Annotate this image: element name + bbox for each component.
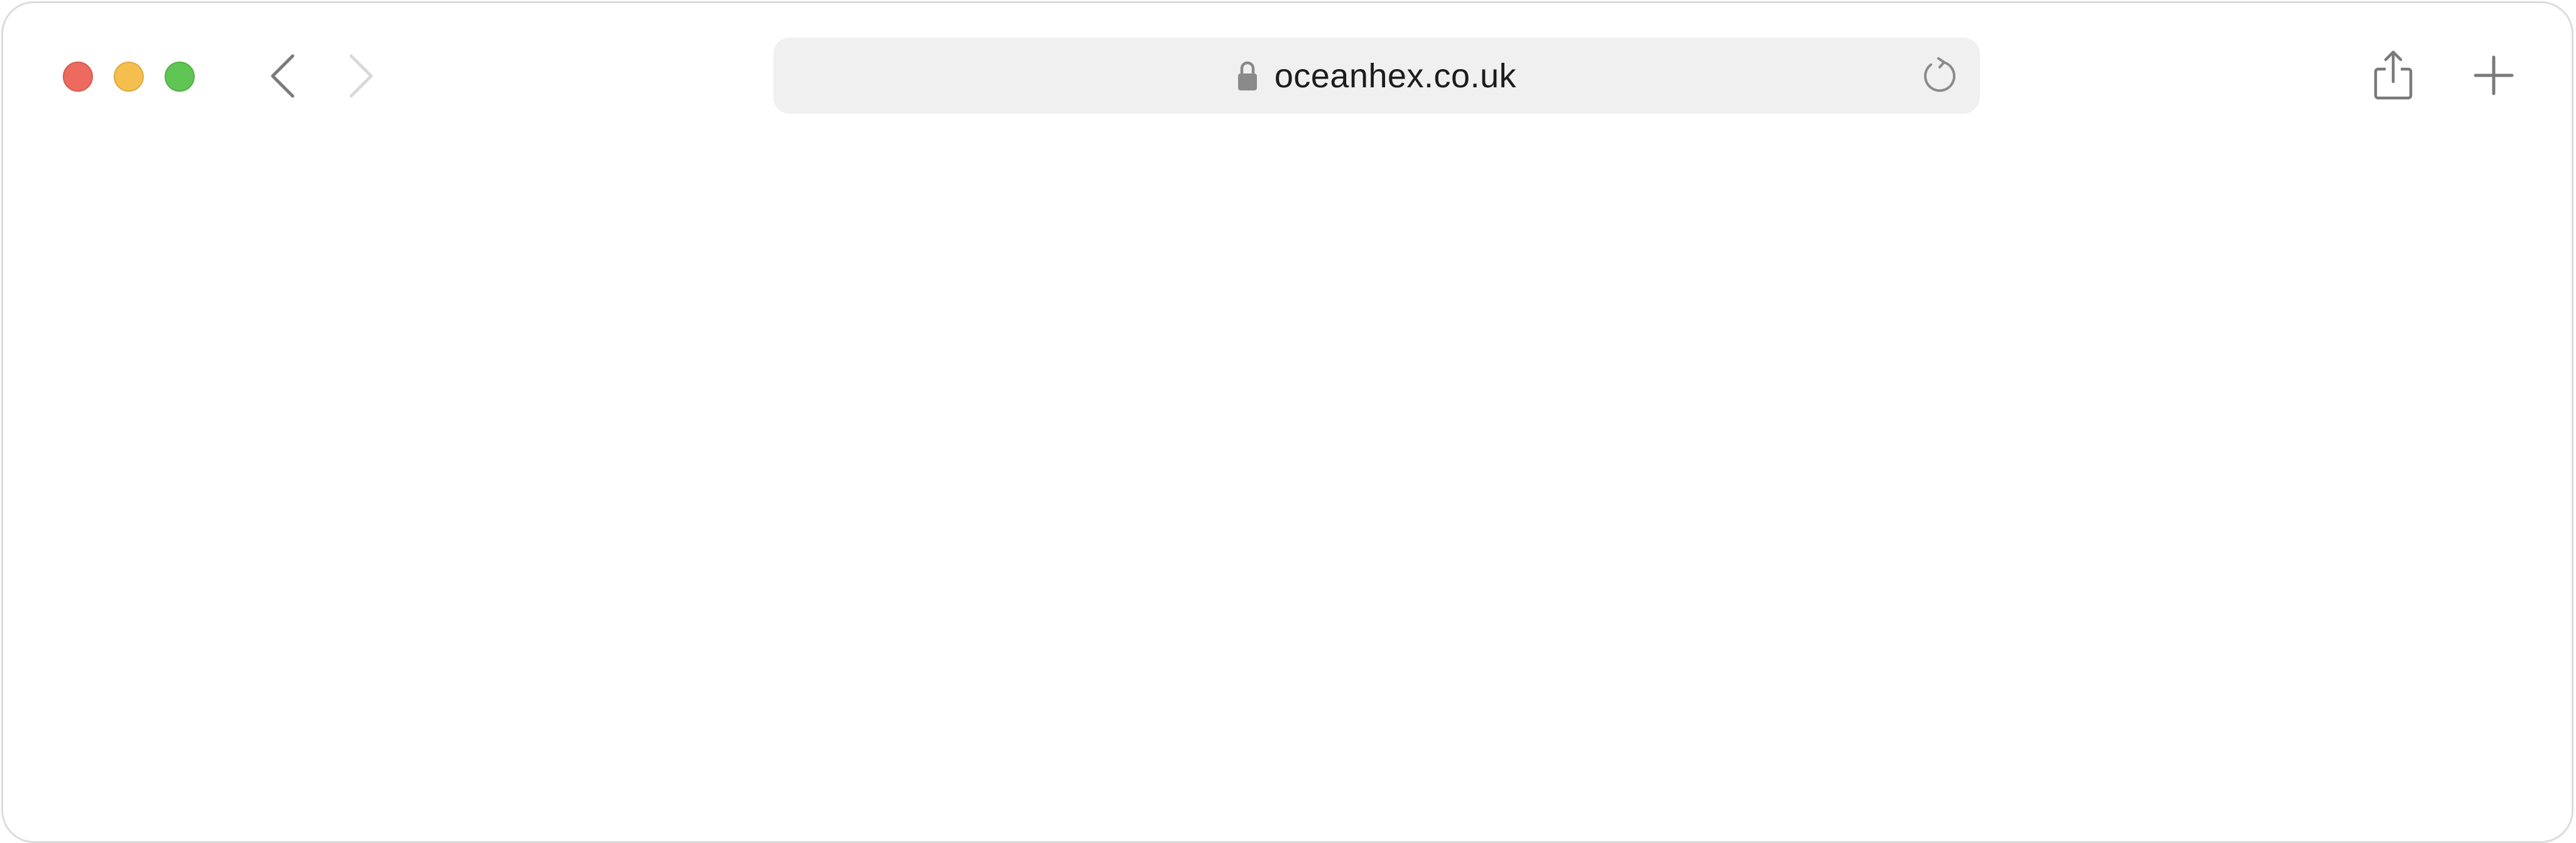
zoom-window-button[interactable] [165, 62, 195, 92]
browser-window: oceanhex.co.uk [1, 1, 2573, 843]
reload-button[interactable] [1921, 57, 1959, 94]
address-display[interactable]: oceanhex.co.uk [773, 38, 1980, 114]
share-button[interactable] [2368, 47, 2418, 104]
plus-icon [2474, 55, 2514, 95]
share-icon [2374, 50, 2413, 100]
chevron-left-icon [271, 54, 295, 98]
browser-toolbar: oceanhex.co.uk [3, 3, 2572, 148]
page-content [3, 148, 2572, 841]
reload-icon [1924, 57, 1955, 92]
lock-icon [1237, 59, 1258, 92]
chevron-right-icon [349, 54, 373, 98]
forward-button[interactable] [342, 52, 380, 100]
back-button[interactable] [264, 52, 302, 100]
address-bar[interactable]: oceanhex.co.uk [773, 38, 1980, 114]
minimize-window-button[interactable] [114, 62, 144, 92]
new-tab-button[interactable] [2469, 47, 2519, 104]
url-text[interactable]: oceanhex.co.uk [1274, 57, 1516, 95]
close-window-button[interactable] [63, 62, 93, 92]
